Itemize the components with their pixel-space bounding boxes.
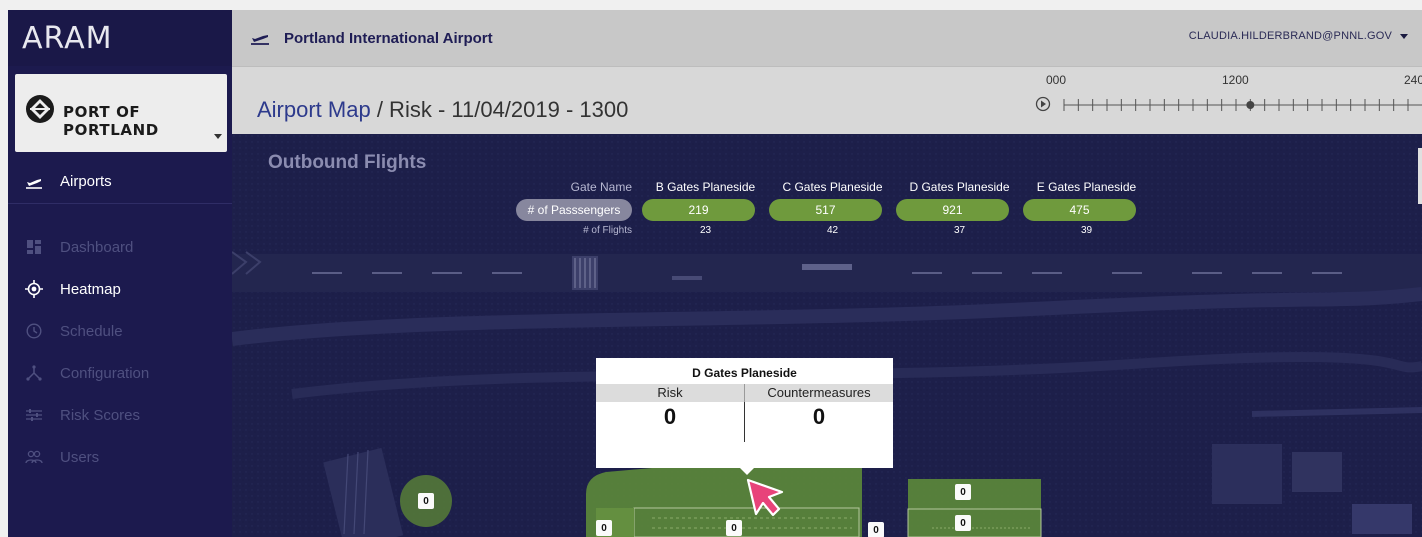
popup-arrow [740, 468, 754, 475]
gate-count-badge[interactable]: 0 [596, 520, 612, 536]
gate-count-badge[interactable]: 0 [868, 522, 884, 537]
satellite-map [232, 134, 1422, 537]
users-icon [8, 450, 60, 464]
brand-logo: ARAM [22, 20, 113, 56]
play-icon[interactable] [1035, 96, 1051, 112]
gate-header-row: Gate Name B Gates Planeside C Gates Plan… [516, 180, 1150, 194]
sidebar-item-label: Heatmap [60, 280, 121, 298]
breadcrumb-airport-map-link[interactable]: Airport Map [257, 97, 371, 122]
timeline-track[interactable] [1032, 89, 1422, 119]
brand[interactable]: ARAM [8, 10, 232, 66]
countermeasures-label: Countermeasures [744, 384, 893, 402]
countermeasures-value: 0 [812, 404, 826, 429]
port-logo-icon [26, 95, 54, 123]
gate-count-badge[interactable]: 0 [955, 515, 971, 531]
sidebar-item-users[interactable]: Users [8, 436, 232, 478]
risk-label: Risk [657, 385, 683, 400]
departure-icon [250, 30, 270, 46]
gate-name: C Gates Planeside [782, 180, 883, 194]
dashboard-icon [8, 240, 60, 254]
top-bar: Portland International Airport CLAUDIA.H… [232, 10, 1422, 66]
sliders-icon [8, 408, 60, 422]
target-icon [8, 280, 60, 298]
flight-count: 39 [1080, 225, 1093, 236]
chevron-down-icon [1400, 33, 1408, 39]
flight-count: 23 [699, 225, 712, 236]
flight-count: 37 [953, 225, 966, 236]
timeline-label-mid: 1200 [1222, 73, 1249, 87]
passenger-pill[interactable]: 921 [896, 199, 1009, 221]
sidebar-item-heatmap[interactable]: Heatmap [8, 268, 232, 310]
gate-name: D Gates Planeside [909, 180, 1010, 194]
user-email: CLAUDIA.HILDERBRAND@PNNL.GOV [1188, 30, 1392, 42]
breadcrumb: Airport Map / Risk - 11/04/2019 - 1300 [257, 97, 628, 123]
passenger-pill[interactable]: 219 [642, 199, 755, 221]
gate-count-badge[interactable]: 0 [726, 520, 742, 536]
risk-value: 0 [663, 404, 677, 429]
gate-zone-e-upper[interactable] [908, 479, 1041, 509]
flights-label: # of Flights [583, 225, 632, 236]
sidebar-item-airports[interactable]: Airports [8, 160, 232, 204]
gate-count-badge[interactable]: 0 [955, 484, 971, 500]
sidebar-item-dashboard[interactable]: Dashboard [8, 226, 232, 268]
airport-title: Portland International Airport [284, 29, 493, 47]
timeline-label-start: 000 [1046, 73, 1067, 87]
gate-name-label: Gate Name [570, 180, 632, 194]
user-menu[interactable]: CLAUDIA.HILDERBRAND@PNNL.GOV [1189, 30, 1408, 42]
sidebar-item-schedule[interactable]: Schedule [8, 310, 232, 352]
passenger-pill[interactable]: 475 [1023, 199, 1136, 221]
heatmap-map[interactable]: Outbound Flights Gate Name B Gates Plane… [232, 134, 1422, 537]
sidebar-item-label: Configuration [60, 364, 150, 382]
sidebar-item-label: Dashboard [60, 238, 134, 256]
org-name: PORT OF PORTLAND [63, 103, 159, 139]
flight-count: 42 [826, 225, 839, 236]
gate-risk-popup: D Gates Planeside Risk Countermeasures 0… [596, 358, 893, 475]
sidebar-item-label: Schedule [60, 322, 123, 340]
timeline-slider[interactable]: 000 1200 2400 [1032, 67, 1422, 135]
map-title: Outbound Flights [268, 152, 427, 173]
departure-icon [8, 174, 60, 190]
clock-icon [8, 323, 60, 339]
sidebar-nav: Dashboard Heatmap Schedule Configuration [8, 226, 232, 478]
sidebar-item-label: Risk Scores [60, 406, 141, 424]
popup-values: 0 0 [596, 402, 893, 452]
page-header: Airport Map / Risk - 11/04/2019 - 1300 0… [232, 66, 1422, 134]
sidebar-item-configuration[interactable]: Configuration [8, 352, 232, 394]
org-selector[interactable]: PORT OF PORTLAND [15, 74, 227, 152]
chevron-down-icon [214, 134, 222, 139]
panel-toggle-handle[interactable] [1418, 148, 1422, 204]
flights-row: # of Flights 23 42 37 39 [516, 225, 1150, 236]
passenger-label: # of Passsengers [516, 199, 632, 221]
popup-title: D Gates Planeside [692, 366, 797, 380]
gate-name: E Gates Planeside [1036, 180, 1137, 194]
gate-count-badge[interactable]: 0 [418, 493, 434, 509]
sidebar: ARAM PORT OF PORTLAND Airports Dashboard… [8, 10, 232, 537]
passenger-row: # of Passsengers 219 517 921 475 [516, 199, 1150, 221]
timeline-label-end: 2400 [1404, 73, 1422, 87]
network-icon [8, 365, 60, 381]
timeline-thumb[interactable] [1246, 101, 1255, 109]
breadcrumb-current: / Risk - 11/04/2019 - 1300 [370, 97, 629, 122]
passenger-pill[interactable]: 517 [769, 199, 882, 221]
cursor-icon [746, 478, 784, 517]
popup-header: Risk Countermeasures [596, 384, 893, 402]
gate-name: B Gates Planeside [655, 180, 756, 194]
sidebar-item-risk-scores[interactable]: Risk Scores [8, 394, 232, 436]
sidebar-item-label: Users [60, 448, 100, 466]
sidebar-item-label: Airports [60, 173, 112, 190]
gate-zone-e-lower[interactable] [908, 509, 1041, 537]
